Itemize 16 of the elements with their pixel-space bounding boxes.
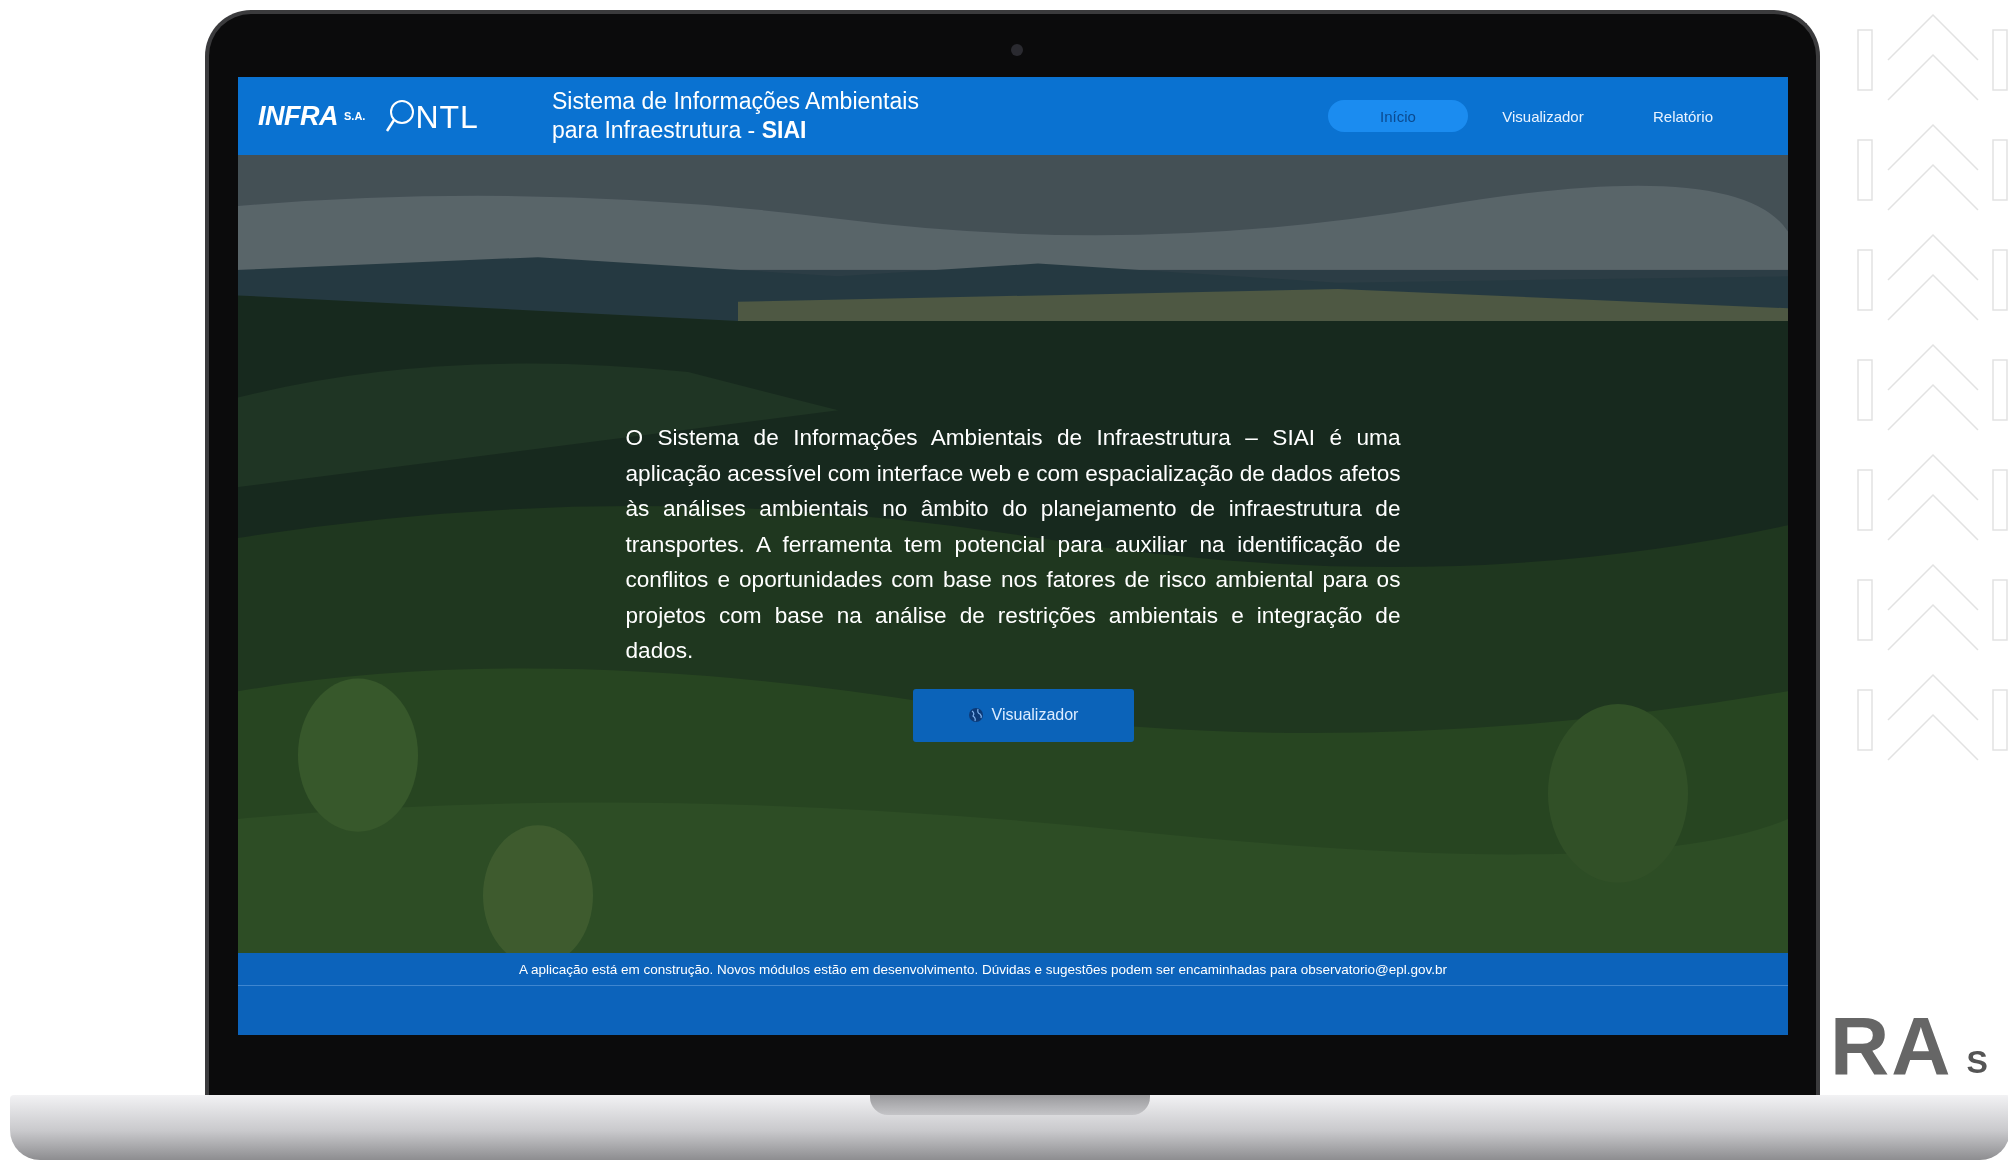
intro-paragraph: O Sistema de Informações Ambientais de Infraestrutura – SIAI é uma aplicação acessível com interface web e com espacialização de dados afetos às análises ambientais no âmbito do planejamento de infraestrutura de transportes. A ferramenta tem potencial para auxiliar na identificação de conflitos e oportunidades com base nos fatores de risco ambiental para os projetos com base na análise de restrições ambientais e integração de dados. [625,424,1401,665]
footer-notice: A aplicação está em construção. Novos módulos estão em desenvolvimento. Dúvidas e sugestões podem ser encaminhadas para observatorio@epl.gov.br [518,961,1448,977]
visualizer-button[interactable]: Visualizador [912,688,1134,742]
logo-text: RA [1830,1005,1953,1087]
nav-tab[interactable]: Relatório [1618,100,1748,132]
logo-text: NTL [415,101,479,133]
site-title: para Infraestrutura - SIAI [552,116,808,145]
camera-icon [1011,44,1023,56]
nav-tab[interactable]: Início [1328,100,1468,132]
globe-icon [967,707,984,723]
magnifier-icon [385,99,416,133]
logo-text: INFRA [258,100,338,132]
logo-text: S.A. [344,110,366,122]
logo-text: S [1966,1042,1988,1081]
nav-tab[interactable]: Visualizador [1478,100,1608,132]
site-title: Sistema de Informações Ambientais [552,87,919,116]
